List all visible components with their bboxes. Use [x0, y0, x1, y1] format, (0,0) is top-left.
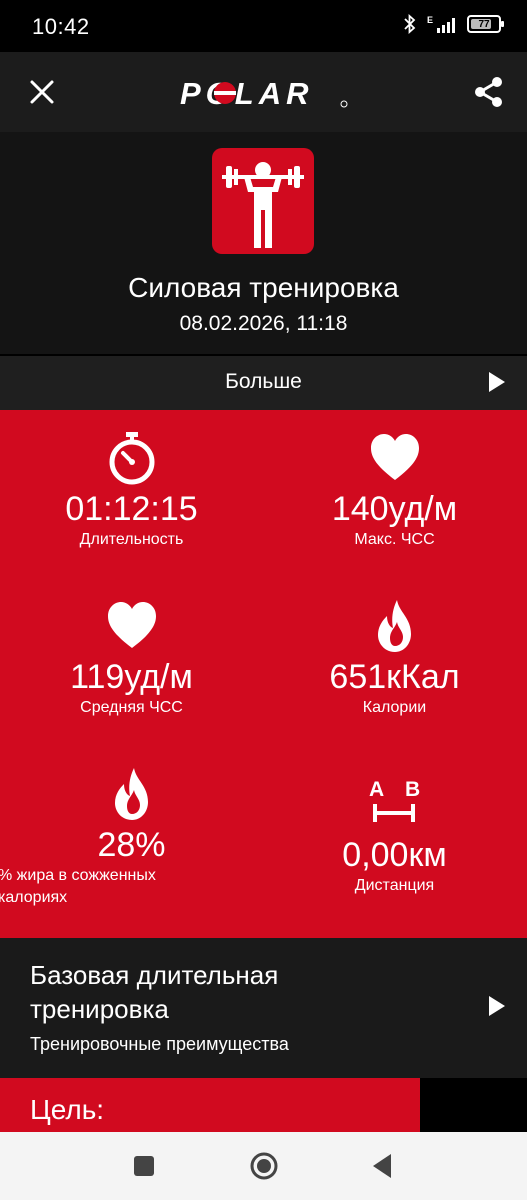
- training-benefit-title-line2: тренировка: [30, 994, 169, 1024]
- chevron-right-icon: [489, 996, 505, 1016]
- session-datetime: 08.02.2026, 11:18: [179, 312, 348, 335]
- stat-value: 119уд/м: [70, 658, 193, 696]
- polar-logo: POLAR: [180, 76, 350, 115]
- distance-icon: A B: [369, 778, 420, 822]
- stat-label: Калории: [362, 699, 427, 716]
- signal-icon: E: [427, 15, 455, 33]
- stat-fat-percent: 28% % жира в сожженных калориях: [0, 766, 263, 907]
- session-title: Силовая тренировка: [128, 272, 399, 303]
- more-button[interactable]: Больше: [0, 356, 527, 410]
- share-icon[interactable]: [471, 74, 507, 110]
- stat-value: 28%: [97, 826, 166, 864]
- goal-section: Цель:: [0, 1078, 420, 1132]
- flame-icon: [114, 768, 148, 820]
- app-bar: POLAR: [0, 52, 527, 132]
- weightlifting-icon: [212, 148, 314, 254]
- stat-label: Средняя ЧСС: [80, 699, 183, 716]
- stat-value: 01:12:15: [65, 490, 198, 528]
- training-benefit-card[interactable]: Базовая длительная тренировка Тренировоч…: [0, 938, 527, 1078]
- status-time: 10:42: [32, 14, 90, 39]
- status-icons: E 77: [403, 14, 504, 34]
- stat-label: Длительность: [79, 531, 184, 548]
- stopwatch-icon: [109, 432, 154, 485]
- home-icon[interactable]: [248, 1150, 280, 1182]
- battery-icon: 77: [467, 15, 504, 33]
- stat-label: Макс. ЧСС: [354, 531, 435, 548]
- heart-icon: [370, 434, 419, 480]
- stat-label: Дистанция: [354, 877, 435, 894]
- close-icon[interactable]: [24, 74, 60, 110]
- stats-grid: 01:12:15 Длительность 140уд/м Макс. ЧСС …: [0, 410, 527, 938]
- system-nav-bar: [0, 1132, 527, 1200]
- stat-duration: 01:12:15 Длительность: [0, 430, 263, 549]
- stat-label: % жира в сожженных калориях: [0, 867, 261, 907]
- chevron-right-icon: [489, 372, 505, 392]
- svg-text:B: B: [405, 778, 420, 801]
- training-benefit-title: Базовая длительная тренировка: [30, 958, 278, 1026]
- training-benefit-subtitle: Тренировочные преимущества: [30, 1034, 289, 1054]
- stat-calories: 651кКал Калории: [263, 598, 526, 717]
- more-label: Больше: [225, 370, 302, 393]
- bluetooth-icon: [404, 14, 416, 34]
- svg-text:A: A: [369, 778, 384, 801]
- stat-distance: A B 0,00км Дистанция: [263, 776, 526, 895]
- flame-icon: [377, 600, 411, 652]
- network-type: E: [427, 15, 433, 25]
- training-benefit-title-line1: Базовая длительная: [30, 960, 279, 990]
- goal-label: Цель:: [30, 1094, 105, 1125]
- session-header: Силовая тренировка 08.02.2026, 11:18: [0, 132, 527, 354]
- stat-label-line1: % жира в сожженных: [0, 867, 156, 884]
- recents-icon[interactable]: [132, 1154, 156, 1178]
- heart-icon: [107, 602, 156, 648]
- battery-level: 77: [478, 18, 490, 30]
- svg-text:POLAR: POLAR: [180, 76, 314, 110]
- back-icon[interactable]: [370, 1152, 394, 1180]
- stat-value: 0,00км: [342, 836, 447, 874]
- stat-value: 140уд/м: [331, 490, 458, 528]
- status-bar: 10:42 E 77: [0, 0, 527, 52]
- stat-avg-hr: 119уд/м Средняя ЧСС: [0, 598, 263, 717]
- stat-value: 651кКал: [329, 658, 460, 696]
- stat-max-hr: 140уд/м Макс. ЧСС: [263, 430, 526, 549]
- stat-label-line2: калориях: [0, 889, 68, 906]
